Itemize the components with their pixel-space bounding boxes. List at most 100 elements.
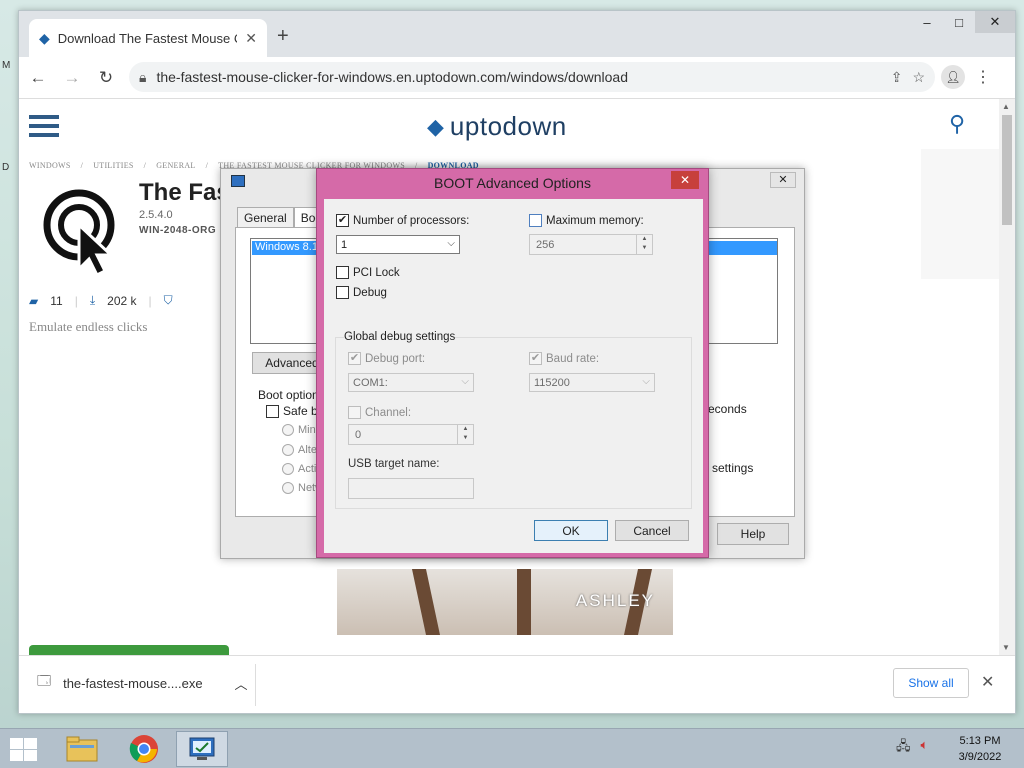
minimize-button[interactable]: – — [911, 11, 943, 33]
ad-brand-text: ASHLEY — [575, 591, 655, 610]
forward-icon[interactable]: → — [57, 63, 87, 93]
spin-up-icon[interactable]: ▲ — [637, 235, 652, 244]
spin-down-icon[interactable]: ▼ — [458, 434, 473, 443]
exe-file-icon: 🗔 — [37, 673, 52, 688]
chevron-down-icon[interactable]: ⌵ — [642, 376, 650, 387]
file-explorer-taskbar-icon[interactable] — [56, 731, 108, 767]
stat-divider: | — [148, 293, 152, 308]
safe-boot-box[interactable] — [266, 404, 279, 418]
page-scrollbar[interactable]: ▲ ▼ — [999, 99, 1015, 655]
share-icon[interactable]: ⇪ — [891, 69, 903, 86]
spin-up-icon[interactable]: ▲ — [458, 425, 473, 434]
breadcrumb-windows[interactable]: WINDOWS — [29, 161, 71, 170]
debug-port-box[interactable]: ✔ — [348, 352, 361, 365]
network-icon[interactable]: 🖧︎ — [896, 737, 911, 759]
bookmark-star-icon[interactable]: ☆ — [912, 69, 925, 86]
debug-box[interactable] — [336, 286, 349, 299]
maximum-memory-spinner[interactable]: 256 ▲ ▼ — [529, 234, 653, 255]
hamburger-menu-icon[interactable] — [29, 115, 59, 142]
channel-box[interactable] — [348, 406, 361, 419]
debug-port-checkbox[interactable]: ✔ Debug port: — [348, 352, 425, 365]
chevron-down-icon[interactable]: ⌵ — [461, 376, 469, 387]
comment-count[interactable]: 11 — [50, 294, 62, 308]
tab-close-icon[interactable]: ✕ — [245, 30, 257, 47]
search-icon[interactable]: ⚲ — [949, 111, 965, 137]
close-shelf-icon[interactable]: ✕ — [981, 672, 994, 692]
channel-spinner[interactable]: 0 ▲ ▼ — [348, 424, 474, 445]
debug-checkbox[interactable]: Debug — [336, 286, 387, 299]
breadcrumb-general[interactable]: GENERAL — [156, 161, 195, 170]
download-file-name[interactable]: the-fastest-mouse....exe — [63, 676, 202, 691]
breadcrumb-separator: / — [205, 161, 209, 170]
chrome-icon — [129, 735, 158, 763]
channel-value: 0 — [355, 428, 362, 441]
ok-button[interactable]: OK — [534, 520, 608, 541]
volume-muted-icon[interactable]: 🔈︎ — [921, 737, 929, 759]
channel-spin-buttons: ▲ ▼ — [457, 425, 473, 444]
shield-check-icon[interactable]: ⛉ — [164, 293, 173, 308]
baud-rate-box[interactable]: ✔ — [529, 352, 542, 365]
memory-spin-buttons: ▲ ▼ — [636, 235, 652, 254]
tab-strip: ◆ Download The Fastest Mouse Cli ✕ + – □… — [19, 11, 1015, 57]
number-of-processors-box[interactable]: ✔ — [336, 214, 349, 227]
show-all-button[interactable]: Show all — [893, 668, 969, 698]
app-developer[interactable]: WIN-2048-ORG — [139, 225, 216, 236]
maximum-memory-label: Maximum memory: — [546, 214, 644, 227]
dialog-body: ✔ Number of processors: 1 ⌵ Maximum memo… — [324, 199, 703, 553]
download-button[interactable] — [29, 645, 229, 655]
url-text[interactable]: the-fastest-mouse-clicker-for-windows.en… — [156, 69, 880, 85]
baud-rate-dropdown[interactable]: 115200 ⌵ — [529, 373, 655, 392]
pci-lock-box[interactable] — [336, 266, 349, 279]
pci-lock-checkbox[interactable]: PCI Lock — [336, 266, 400, 279]
advertisement-banner[interactable]: ASHLEY — [337, 569, 673, 635]
windows-start-button[interactable] — [8, 737, 38, 761]
scroll-up-arrow-icon[interactable]: ▲ — [1002, 102, 1010, 111]
back-icon[interactable]: ← — [23, 63, 53, 93]
msconfig-icon — [189, 737, 215, 760]
browser-menu-icon[interactable]: ⋮ — [975, 67, 991, 87]
maximum-memory-checkbox[interactable]: Maximum memory: — [529, 214, 644, 227]
desktop-edge-label-top: M — [2, 60, 11, 71]
number-of-processors-dropdown[interactable]: 1 ⌵ — [336, 235, 460, 254]
baud-rate-checkbox[interactable]: ✔ Baud rate: — [529, 352, 599, 365]
lock-icon[interactable]: 🔒︎ — [139, 69, 146, 86]
clock[interactable]: 5:13 PM 3/9/2022 — [948, 733, 1012, 765]
chevron-up-icon[interactable]: ︿ — [235, 674, 248, 693]
spin-down-icon[interactable]: ▼ — [637, 244, 652, 253]
radio-minimal[interactable]: Mini — [282, 424, 318, 436]
browser-toolbar: ← → ↻ 🔒︎ the-fastest-mouse-clicker-for-w… — [19, 57, 1015, 99]
maximum-memory-box[interactable] — [529, 214, 542, 227]
help-button[interactable]: Help — [717, 523, 789, 545]
breadcrumb-utilities[interactable]: UTILITIES — [93, 161, 133, 170]
scroll-down-arrow-icon[interactable]: ▼ — [1002, 643, 1010, 652]
close-window-button[interactable]: ✕ — [975, 11, 1015, 33]
radio-alternate-shell[interactable]: Alte — [282, 444, 317, 456]
system-tray: 🖧︎ 🔈︎ — [896, 737, 928, 759]
site-logo[interactable]: ◆ uptodown — [427, 111, 567, 142]
ad-table-leg — [517, 569, 531, 635]
scrollbar-thumb[interactable] — [1002, 115, 1012, 225]
debug-port-dropdown[interactable]: COM1: ⌵ — [348, 373, 474, 392]
baud-rate-label: Baud rate: — [546, 352, 600, 365]
download-item[interactable]: 🗔 the-fastest-mouse....exe ︿ — [37, 672, 248, 694]
new-tab-button[interactable]: + — [277, 25, 289, 48]
cancel-button[interactable]: Cancel — [615, 520, 689, 541]
maximize-button[interactable]: □ — [943, 11, 975, 33]
browser-tab[interactable]: ◆ Download The Fastest Mouse Cli ✕ — [29, 19, 267, 57]
app-stats: ▰ 11 | ⤓ 202 k | ⛉ — [29, 293, 173, 308]
tab-general[interactable]: General — [237, 207, 294, 228]
number-of-processors-checkbox[interactable]: ✔ Number of processors: — [336, 214, 469, 227]
chrome-taskbar-icon[interactable] — [118, 731, 170, 767]
usb-target-name-input[interactable] — [348, 478, 474, 499]
pci-lock-label: PCI Lock — [353, 266, 400, 279]
ad-table-leg — [411, 569, 441, 635]
msconfig-taskbar-icon[interactable] — [176, 731, 228, 767]
msconfig-close-button[interactable]: ✕ — [770, 172, 796, 188]
maximum-memory-value: 256 — [536, 238, 555, 251]
reload-icon[interactable]: ↻ — [91, 63, 121, 93]
profile-avatar-icon[interactable]: 👤︎ — [941, 65, 965, 89]
chevron-down-icon[interactable]: ⌵ — [447, 238, 455, 249]
address-bar[interactable]: 🔒︎ the-fastest-mouse-clicker-for-windows… — [129, 62, 935, 92]
channel-checkbox[interactable]: Channel: — [348, 406, 411, 419]
dialog-close-button[interactable]: ✕ — [671, 171, 699, 189]
